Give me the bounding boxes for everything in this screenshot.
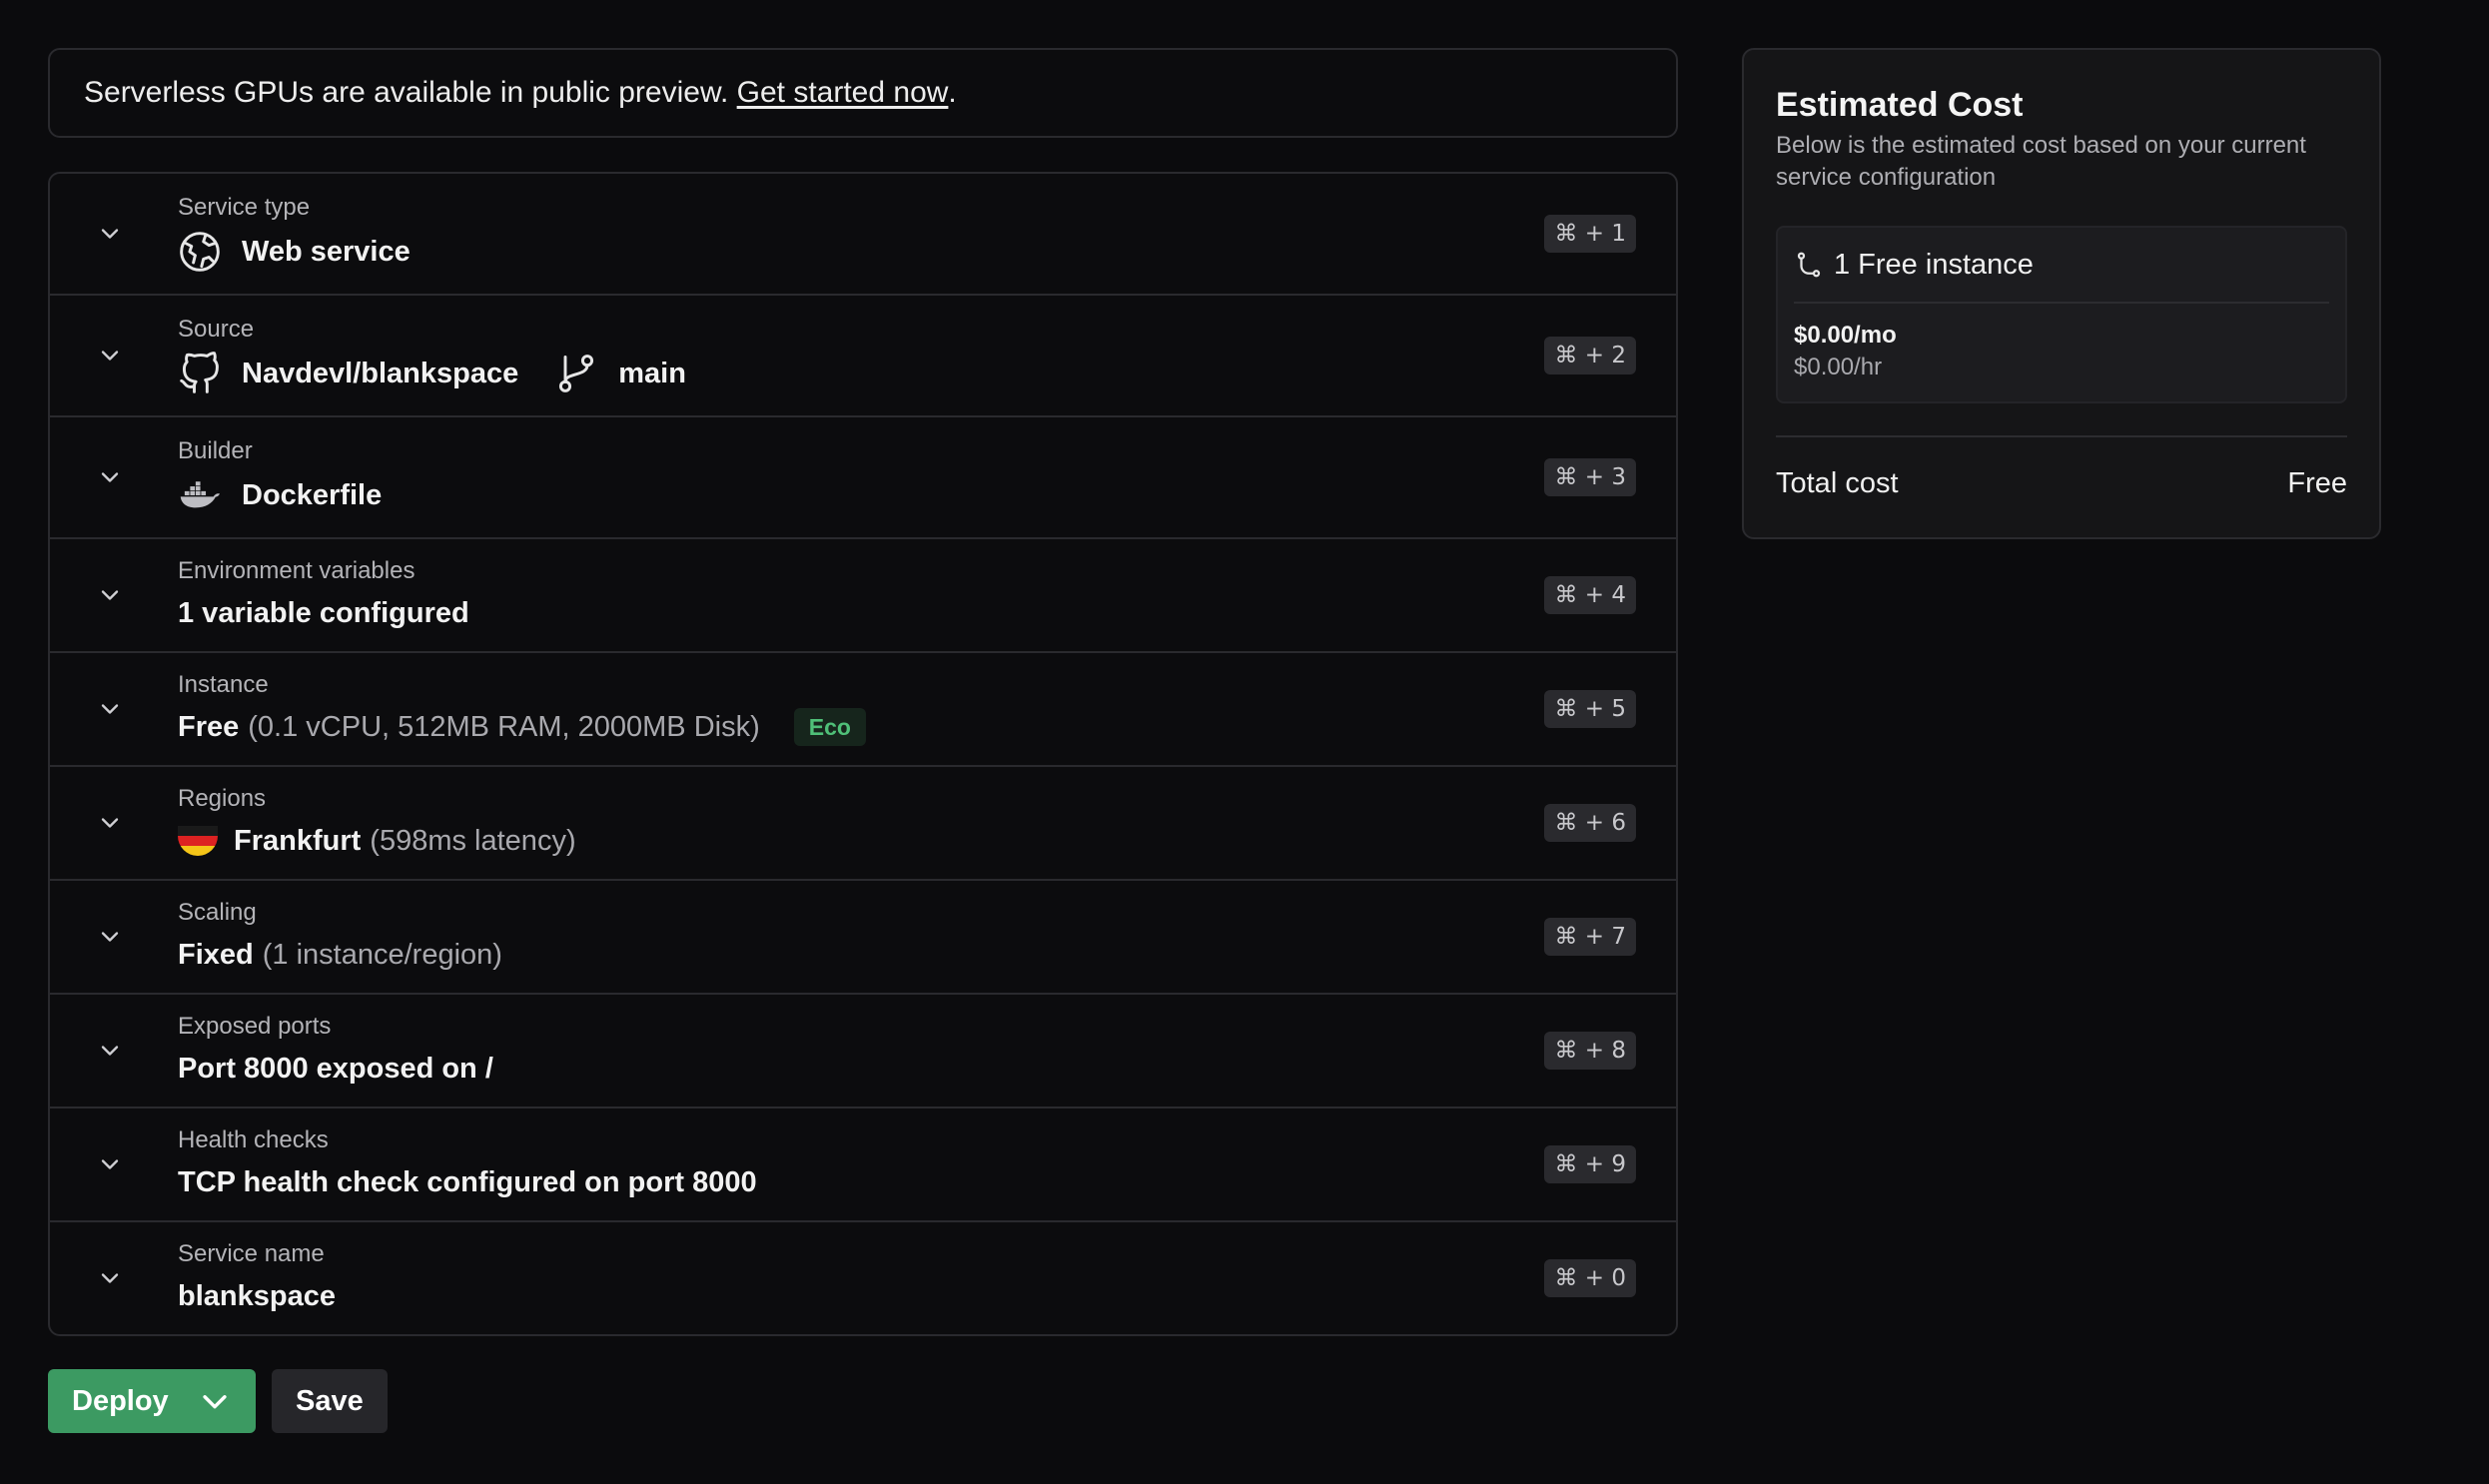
section-value: Port 8000 exposed on / xyxy=(178,1053,493,1085)
chevron-down-icon[interactable] xyxy=(94,579,126,611)
save-button[interactable]: Save xyxy=(272,1369,388,1433)
deploy-button[interactable]: Deploy xyxy=(48,1369,256,1433)
chevron-down-icon[interactable] xyxy=(94,461,126,493)
config-sections: Service type Web service ⌘ + 1 Source Na… xyxy=(48,172,1678,1336)
shortcut-badge: ⌘ + 3 xyxy=(1544,458,1636,496)
monthly-cost: $0.00/mo xyxy=(1794,322,1897,349)
section-exposed-ports[interactable]: Exposed ports Port 8000 exposed on / ⌘ +… xyxy=(50,995,1676,1109)
instance-specs: (0.1 vCPU, 512MB RAM, 2000MB Disk) xyxy=(248,711,760,743)
docker-icon xyxy=(178,473,222,517)
shortcut-badge: ⌘ + 1 xyxy=(1544,215,1636,253)
section-value: TCP health check configured on port 8000 xyxy=(178,1166,757,1198)
section-instance[interactable]: Instance Free (0.1 vCPU, 512MB RAM, 2000… xyxy=(50,653,1676,767)
banner-suffix: . xyxy=(948,76,957,109)
chevron-down-icon[interactable] xyxy=(94,1262,126,1294)
repository-name: Navdevl/blankspace xyxy=(242,358,519,389)
branch-name: main xyxy=(618,358,686,389)
section-value: Dockerfile xyxy=(242,479,383,511)
action-bar: Deploy Save xyxy=(48,1369,1678,1433)
section-scaling[interactable]: Scaling Fixed (1 instance/region) ⌘ + 7 xyxy=(50,881,1676,995)
section-label: Service type xyxy=(178,194,311,221)
estimated-cost-panel: Estimated Cost Below is the estimated co… xyxy=(1742,48,2381,539)
chevron-down-icon[interactable] xyxy=(94,218,126,250)
total-cost-label: Total cost xyxy=(1776,467,1899,499)
shortcut-badge: ⌘ + 6 xyxy=(1544,804,1636,842)
section-regions[interactable]: Regions Frankfurt (598ms latency) ⌘ + 6 xyxy=(50,767,1676,881)
chevron-down-icon[interactable] xyxy=(94,807,126,839)
section-label: Builder xyxy=(178,437,253,464)
eco-badge: Eco xyxy=(793,708,866,746)
shortcut-badge: ⌘ + 8 xyxy=(1544,1032,1636,1070)
chevron-down-icon[interactable] xyxy=(94,1148,126,1180)
section-label: Source xyxy=(178,316,255,343)
section-service-type[interactable]: Service type Web service ⌘ + 1 xyxy=(50,174,1676,296)
divider xyxy=(1776,435,2347,437)
chevron-down-icon[interactable] xyxy=(198,1384,232,1418)
section-value: 1 variable configured xyxy=(178,597,469,629)
git-branch-icon xyxy=(554,352,598,395)
shortcut-badge: ⌘ + 7 xyxy=(1544,918,1636,956)
hourly-cost: $0.00/hr xyxy=(1794,354,1883,380)
chevron-down-icon[interactable] xyxy=(94,340,126,371)
section-label: Instance xyxy=(178,671,269,698)
instance-count-label: 1 Free instance xyxy=(1834,248,2034,281)
service-config-page: Serverless GPUs are available in public … xyxy=(0,0,2489,1484)
section-value: Free xyxy=(178,711,240,743)
section-builder[interactable]: Builder Dockerfile ⌘ + 3 xyxy=(50,417,1676,539)
deploy-label: Deploy xyxy=(72,1384,169,1417)
banner-text: Serverless GPUs are available in public … xyxy=(84,76,729,109)
instance-cost-card: 1 Free instance $0.00/mo $0.00/hr xyxy=(1776,226,2347,403)
section-health-checks[interactable]: Health checks TCP health check configure… xyxy=(50,1109,1676,1222)
cost-subtitle: Below is the estimated cost based on you… xyxy=(1776,132,2306,191)
section-label: Exposed ports xyxy=(178,1013,332,1040)
section-source[interactable]: Source Navdevl/blankspace main ⌘ + 2 xyxy=(50,296,1676,417)
section-label: Scaling xyxy=(178,899,257,926)
germany-flag-icon xyxy=(178,826,218,856)
config-column: Serverless GPUs are available in public … xyxy=(48,48,1678,1433)
section-value: Fixed xyxy=(178,939,254,971)
region-latency: (598ms latency) xyxy=(370,825,576,857)
section-label: Health checks xyxy=(178,1126,329,1153)
section-environment-variables[interactable]: Environment variables 1 variable configu… xyxy=(50,539,1676,653)
get-started-link[interactable]: Get started now xyxy=(737,76,949,110)
shortcut-badge: ⌘ + 0 xyxy=(1544,1259,1636,1297)
gpu-preview-banner: Serverless GPUs are available in public … xyxy=(48,48,1678,138)
section-value: Web service xyxy=(242,236,411,268)
total-cost-value: Free xyxy=(2287,467,2347,499)
instance-route-icon xyxy=(1794,250,1834,280)
total-cost-row: Total cost Free xyxy=(1776,467,2347,500)
globe-icon xyxy=(178,230,222,274)
scaling-detail: (1 instance/region) xyxy=(262,939,502,971)
section-label: Service name xyxy=(178,1240,325,1267)
section-service-name[interactable]: Service name blankspace ⌘ + 0 xyxy=(50,1222,1676,1334)
section-value: Frankfurt xyxy=(234,825,362,857)
chevron-down-icon[interactable] xyxy=(94,921,126,953)
shortcut-badge: ⌘ + 4 xyxy=(1544,576,1636,614)
cost-title: Estimated Cost xyxy=(1776,86,2024,124)
shortcut-badge: ⌘ + 5 xyxy=(1544,690,1636,728)
section-value: blankspace xyxy=(178,1280,336,1312)
shortcut-badge: ⌘ + 2 xyxy=(1544,337,1636,374)
shortcut-badge: ⌘ + 9 xyxy=(1544,1145,1636,1183)
chevron-down-icon[interactable] xyxy=(94,693,126,725)
section-label: Regions xyxy=(178,785,267,812)
chevron-down-icon[interactable] xyxy=(94,1035,126,1067)
section-label: Environment variables xyxy=(178,557,415,584)
github-icon xyxy=(178,352,222,395)
